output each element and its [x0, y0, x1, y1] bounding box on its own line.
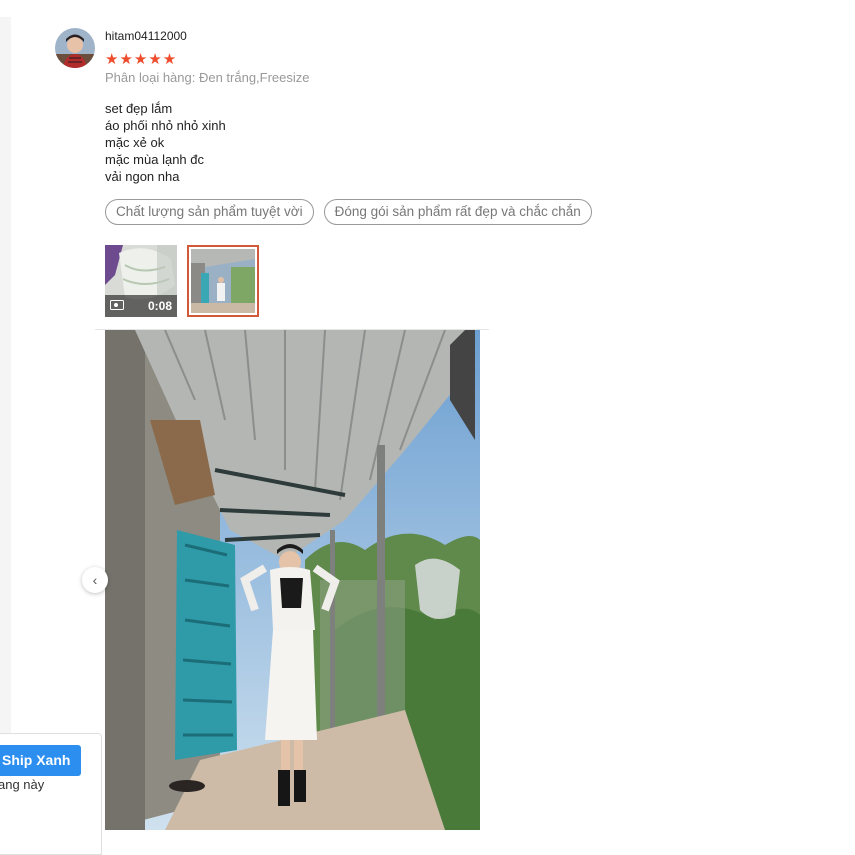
review-username: hitam04112000: [105, 29, 187, 43]
comment-line: vải ngon nha: [105, 169, 180, 184]
star-rating: ★★★★★: [105, 51, 178, 68]
video-thumbnail[interactable]: 0:08: [105, 245, 177, 317]
promo-text: ang này: [0, 777, 45, 792]
review-photo-large: [105, 330, 480, 830]
review-tag[interactable]: Đóng gói sản phẩm rất đẹp và chắc chắn: [323, 199, 592, 225]
comment-line: set đẹp lắm: [105, 101, 173, 116]
promo-panel: Ship Xanh ang này: [0, 733, 102, 855]
prev-photo-button[interactable]: ‹: [82, 567, 108, 593]
comment-line: mặc mùa lạnh đc: [105, 152, 204, 167]
comment-line: mặc xẻ ok: [105, 135, 165, 150]
left-sidebar-strip: [0, 17, 11, 855]
review-tags: Chất lượng sản phẩm tuyệt vời Đóng gói s…: [105, 199, 592, 225]
video-camera-icon: [110, 299, 124, 313]
video-overlay: 0:08: [105, 295, 177, 317]
avatar[interactable]: [55, 28, 95, 68]
review-tag[interactable]: Chất lượng sản phẩm tuyệt vời: [105, 199, 314, 225]
product-variation: Phân loại hàng: Đen trắng,Freesize: [105, 70, 310, 85]
photo-thumbnail-selected[interactable]: [187, 245, 259, 317]
review-comment: set đẹp lắm áo phối nhỏ nhỏ xinh mặc xẻ …: [105, 100, 226, 185]
comment-line: áo phối nhỏ nhỏ xinh: [105, 118, 226, 133]
ship-xanh-button[interactable]: Ship Xanh: [0, 745, 81, 776]
video-duration: 0:08: [147, 299, 172, 313]
chevron-left-icon: ‹: [92, 572, 98, 588]
